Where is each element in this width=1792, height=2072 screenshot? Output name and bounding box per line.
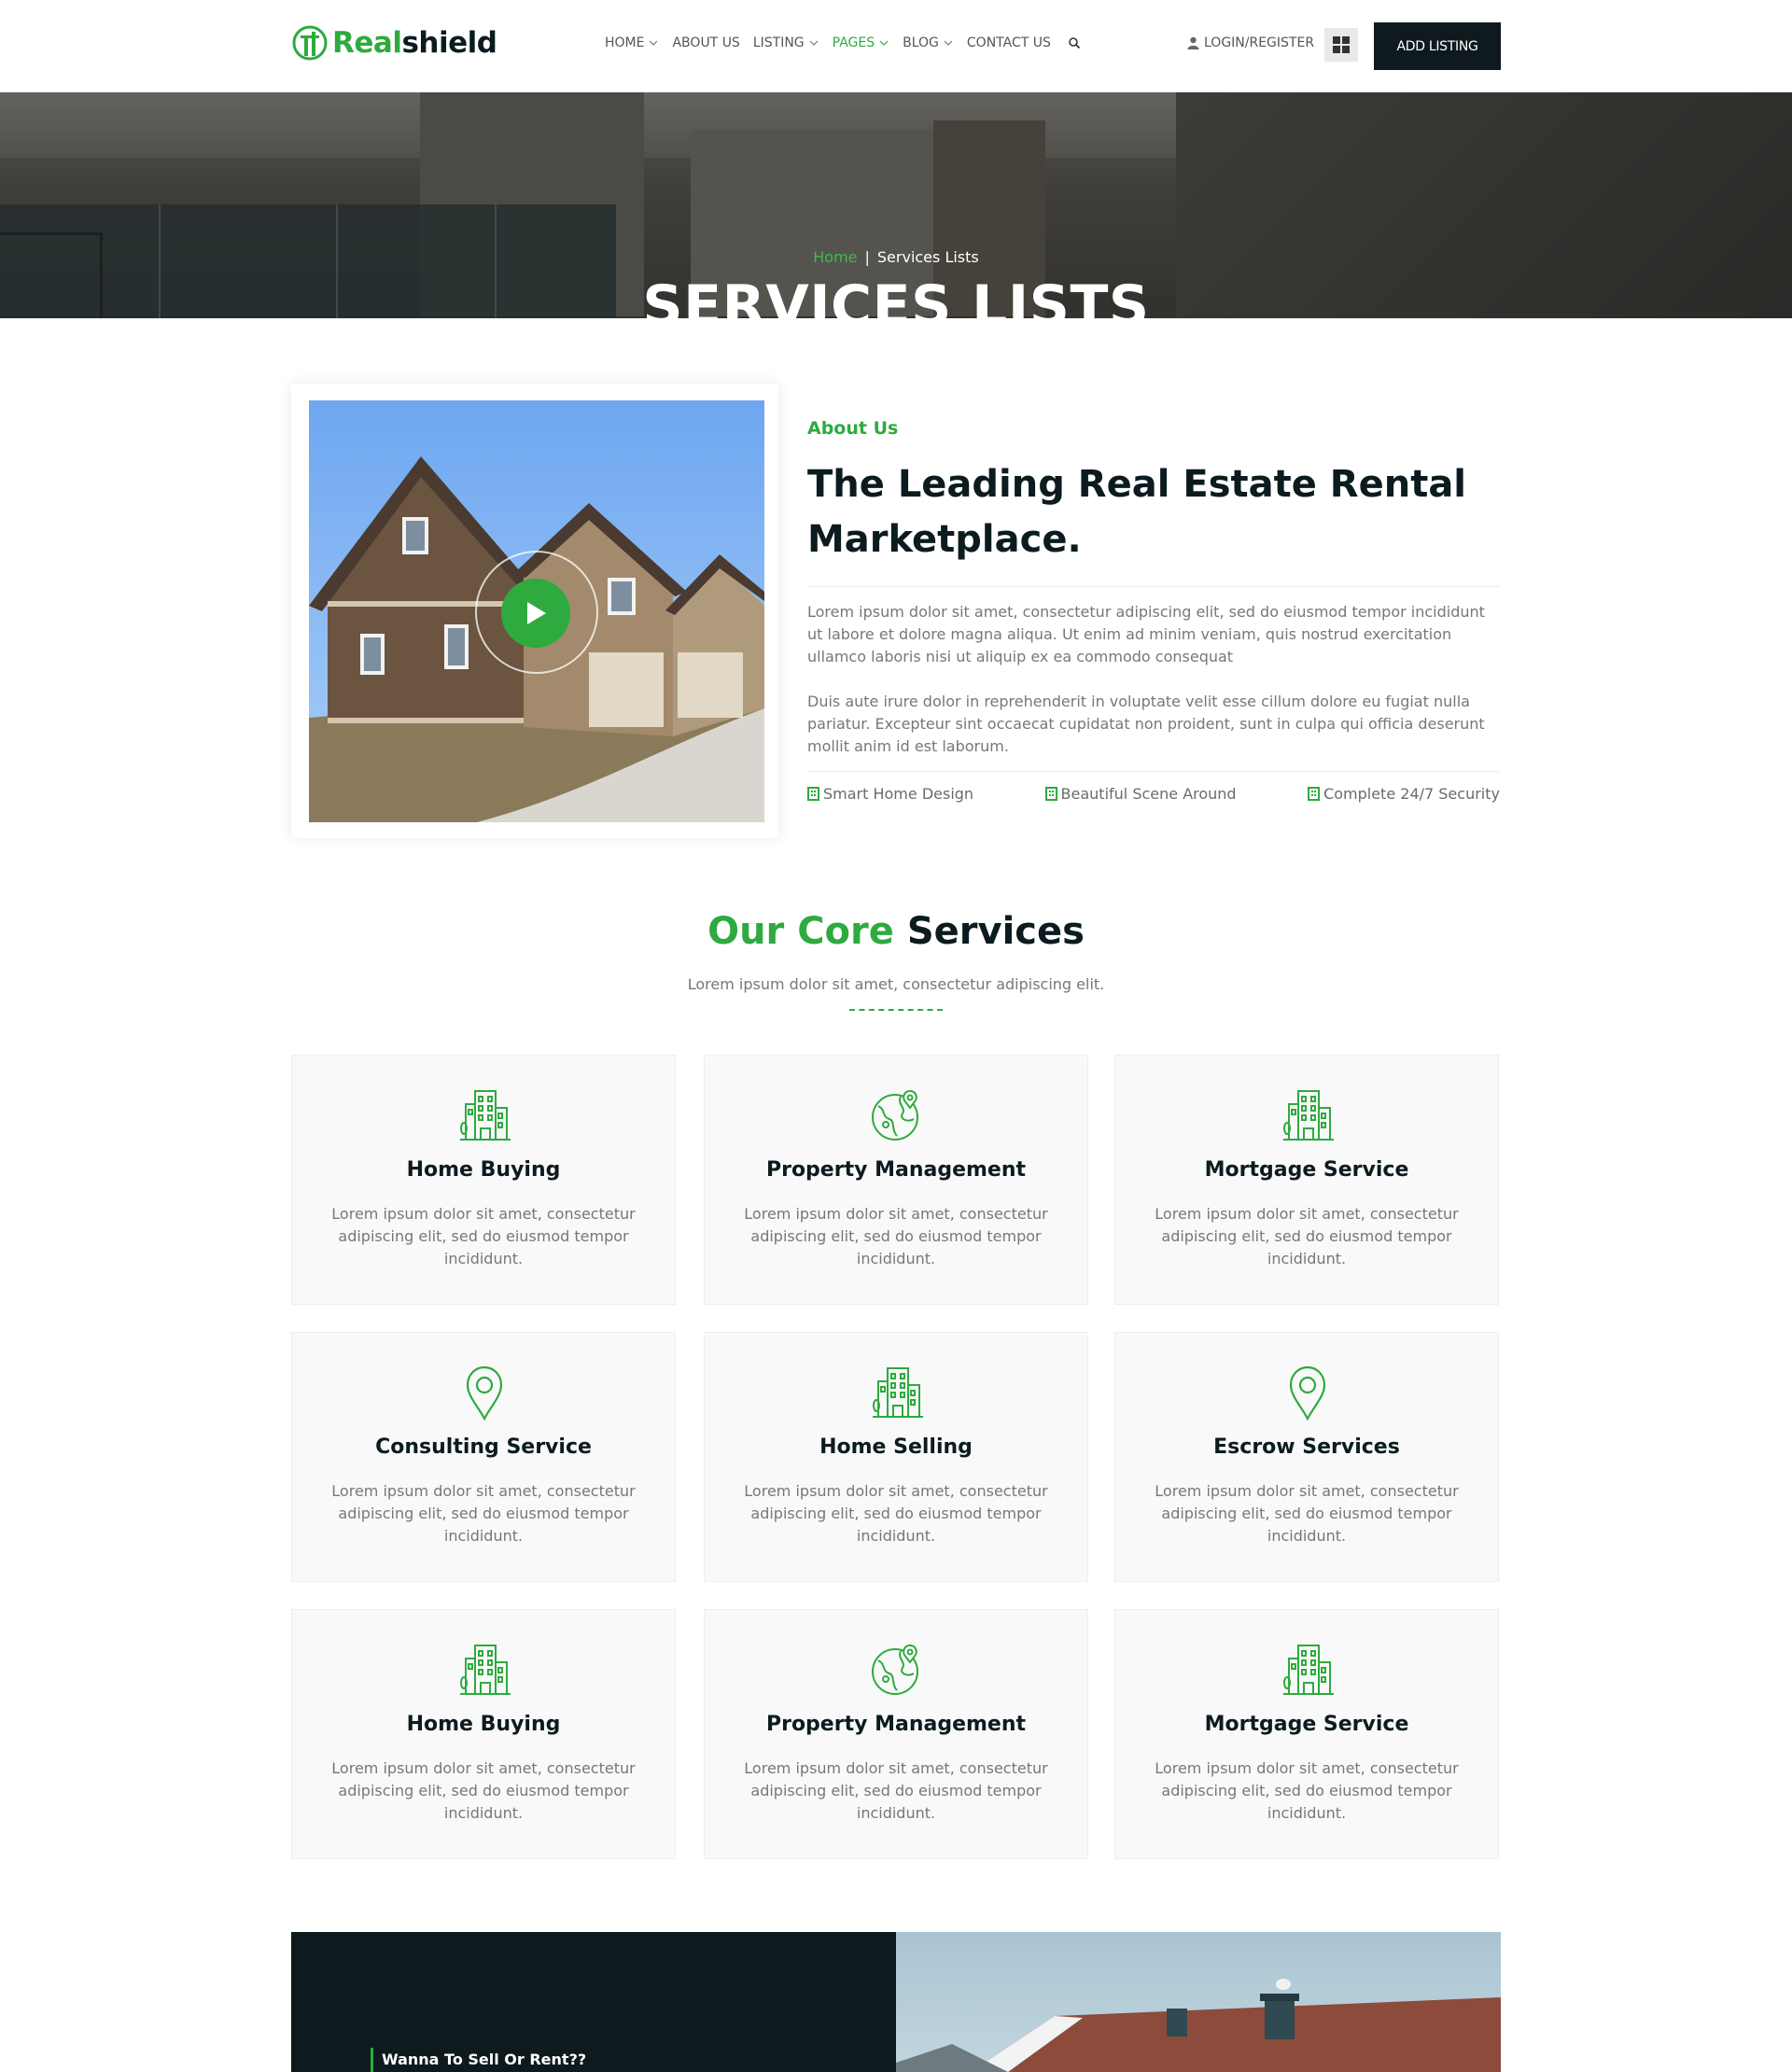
user-icon <box>1187 36 1199 49</box>
breadcrumb-current: Services Lists <box>876 248 979 266</box>
logo-text-part2: shield <box>401 26 497 60</box>
service-title: Home Buying <box>406 1158 561 1182</box>
service-title: Property Management <box>765 1158 1027 1182</box>
map-pin-icon <box>1280 1365 1336 1421</box>
service-title: Consulting Service <box>375 1435 592 1459</box>
nav-item-label: LISTING <box>752 35 805 50</box>
service-title: Property Management <box>765 1713 1027 1736</box>
about-title: The Leading Real Estate Rental Marketpla… <box>807 463 1467 561</box>
rooftop-illustration <box>896 1979 1501 2072</box>
globe-pin-icon <box>869 1087 925 1143</box>
feature-item: Complete 24/7 Security <box>1308 785 1500 803</box>
globe-pin-icon <box>869 1642 925 1698</box>
service-description: Lorem ipsum dolor sit amet, consectetur … <box>1155 1759 1459 1822</box>
nav-item-label: HOME <box>605 35 645 50</box>
service-card[interactable]: Home Buying Lorem ipsum dolor sit amet, … <box>291 1609 676 1859</box>
feature-label: Complete 24/7 Security <box>1323 785 1500 803</box>
nav-item-home[interactable]: HOME <box>605 35 659 50</box>
service-title: Home Selling <box>819 1435 973 1459</box>
map-pin-icon <box>456 1365 512 1421</box>
service-description: Lorem ipsum dolor sit amet, consectetur … <box>331 1482 636 1545</box>
section-subtitle: Lorem ipsum dolor sit amet, consectetur … <box>687 975 1105 993</box>
page-title: SERVICES LISTS <box>642 273 1150 318</box>
cta-accent-bar <box>371 2048 373 2072</box>
feature-label: Beautiful Scene Around <box>1060 785 1237 803</box>
chevron-down-icon <box>879 40 889 46</box>
about-label: About Us <box>807 418 899 439</box>
cta-heading: Wanna To Sell Or Rent?? <box>382 2051 587 2068</box>
section-title: Our Core Services <box>0 910 1792 953</box>
building-icon <box>1044 787 1057 801</box>
service-description: Lorem ipsum dolor sit amet, consectetur … <box>744 1759 1048 1822</box>
cta-house-image <box>896 1932 1501 2072</box>
breadcrumb-separator: | <box>864 248 870 266</box>
nav-item-pages[interactable]: PAGES <box>833 35 889 50</box>
about-features: Smart Home Design Beautiful Scene Around… <box>807 771 1500 803</box>
section-title-main: Services <box>906 910 1085 953</box>
service-title: Mortgage Service <box>1204 1158 1409 1182</box>
service-card[interactable]: Consulting Service Lorem ipsum dolor sit… <box>291 1332 676 1582</box>
breadcrumb: Home | Services Lists <box>0 248 1792 266</box>
service-description: Lorem ipsum dolor sit amet, consectetur … <box>1155 1482 1459 1545</box>
about-content: About Us The Leading Real Estate Rental … <box>807 418 1500 803</box>
nav-item-label: PAGES <box>832 35 875 50</box>
service-card[interactable]: Home Buying Lorem ipsum dolor sit amet, … <box>291 1055 676 1305</box>
divider <box>807 586 1500 587</box>
page-hero: Home | Services Lists SERVICES LISTS <box>0 92 1792 318</box>
nav-item-contact[interactable]: CONTACT US <box>967 35 1051 50</box>
service-card[interactable]: Escrow Services Lorem ipsum dolor sit am… <box>1114 1332 1499 1582</box>
service-title: Escrow Services <box>1213 1435 1400 1459</box>
service-description: Lorem ipsum dolor sit amet, consectetur … <box>744 1482 1048 1545</box>
logo-text: Realshield <box>332 26 497 60</box>
feature-item: Beautiful Scene Around <box>1044 785 1237 803</box>
building-icon <box>807 787 819 801</box>
nav-item-label: ABOUT US <box>672 35 740 50</box>
logo[interactable]: Realshield <box>291 24 497 62</box>
search-icon[interactable] <box>1068 36 1081 49</box>
service-card[interactable]: Property Management Lorem ipsum dolor si… <box>704 1055 1088 1305</box>
login-register-label: LOGIN/REGISTER <box>1204 35 1315 50</box>
feature-label: Smart Home Design <box>823 785 974 803</box>
service-description: Lorem ipsum dolor sit amet, consectetur … <box>1155 1205 1459 1267</box>
logo-text-part1: Real <box>332 26 402 60</box>
grid-menu-button[interactable] <box>1324 28 1358 62</box>
service-description: Lorem ipsum dolor sit amet, consectetur … <box>744 1205 1048 1267</box>
feature-item: Smart Home Design <box>807 785 973 803</box>
nav-item-about[interactable]: ABOUT US <box>672 35 739 50</box>
buildings-icon <box>1280 1642 1336 1698</box>
video-play-button[interactable] <box>501 579 570 648</box>
service-card[interactable]: Mortgage Service Lorem ipsum dolor sit a… <box>1114 1055 1499 1305</box>
site-header: Realshield HOME ABOUT US LISTING PAGES B… <box>0 0 1792 92</box>
buildings-icon <box>456 1642 512 1698</box>
service-title: Home Buying <box>406 1713 561 1736</box>
grid-icon <box>1333 36 1350 53</box>
play-icon <box>527 602 546 624</box>
service-title: Mortgage Service <box>1204 1713 1409 1736</box>
service-card[interactable]: Mortgage Service Lorem ipsum dolor sit a… <box>1114 1609 1499 1859</box>
chevron-down-icon <box>944 40 953 46</box>
service-card[interactable]: Property Management Lorem ipsum dolor si… <box>704 1609 1088 1859</box>
service-description: Lorem ipsum dolor sit amet, consectetur … <box>331 1205 636 1267</box>
buildings-icon <box>456 1087 512 1143</box>
add-listing-button[interactable]: ADD LISTING <box>1374 22 1501 70</box>
chevron-down-icon <box>650 40 658 46</box>
breadcrumb-home-link[interactable]: Home <box>813 248 857 266</box>
section-divider <box>849 1009 943 1011</box>
buildings-icon <box>869 1365 925 1421</box>
nav-item-label: BLOG <box>903 35 939 50</box>
chevron-down-icon <box>809 40 819 46</box>
building-icon <box>1308 787 1321 801</box>
main-nav: HOME ABOUT US LISTING PAGES BLOG CONTACT… <box>605 35 1081 50</box>
service-card[interactable]: Home Selling Lorem ipsum dolor sit amet,… <box>704 1332 1088 1582</box>
nav-item-blog[interactable]: BLOG <box>903 35 954 50</box>
logo-icon <box>292 25 328 61</box>
buildings-icon <box>1280 1087 1336 1143</box>
login-register-link[interactable]: LOGIN/REGISTER <box>1187 35 1314 50</box>
section-title-accent: Our Core <box>707 910 894 953</box>
nav-item-listing[interactable]: LISTING <box>753 35 819 50</box>
service-description: Lorem ipsum dolor sit amet, consectetur … <box>331 1759 636 1822</box>
about-paragraph-2: Duis aute irure dolor in reprehenderit i… <box>807 693 1485 755</box>
nav-item-label: CONTACT US <box>966 35 1051 50</box>
about-paragraph-1: Lorem ipsum dolor sit amet, consectetur … <box>807 603 1485 665</box>
